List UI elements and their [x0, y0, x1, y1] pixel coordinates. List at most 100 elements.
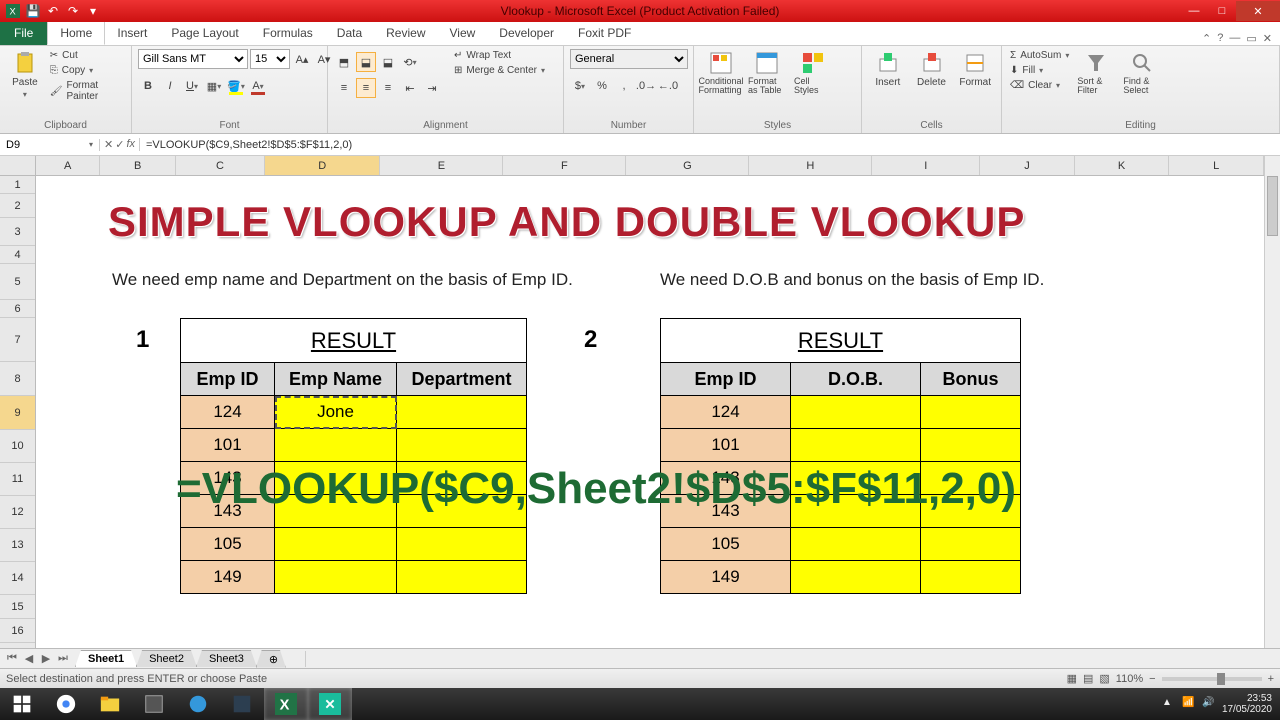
tab-developer[interactable]: Developer: [487, 21, 566, 45]
row-header-4[interactable]: 4: [0, 246, 35, 264]
cells-area[interactable]: SIMPLE VLOOKUP AND DOUBLE VLOOKUP We nee…: [36, 176, 1264, 648]
font-name-select[interactable]: Gill Sans MT: [138, 49, 248, 69]
format-cells-button[interactable]: Format: [955, 49, 995, 90]
formula-input[interactable]: =VLOOKUP($C9,Sheet2!$D$5:$F$11,2,0): [140, 139, 1280, 151]
find-select-button[interactable]: Find & Select: [1121, 49, 1163, 97]
task-app-4[interactable]: [308, 688, 352, 720]
window-close-icon[interactable]: ✕: [1263, 32, 1272, 45]
number-format-select[interactable]: General: [570, 49, 688, 69]
maximize-button[interactable]: □: [1208, 1, 1236, 21]
col-header-L[interactable]: L: [1169, 156, 1264, 175]
vertical-scrollbar[interactable]: [1264, 156, 1280, 648]
sheet-nav-next[interactable]: ▶: [38, 652, 54, 665]
select-all-corner[interactable]: [0, 156, 36, 176]
comma-button[interactable]: ,: [614, 76, 634, 96]
decrease-indent-button[interactable]: ⇤: [400, 78, 420, 98]
accounting-button[interactable]: $▾: [570, 76, 590, 96]
enter-formula-icon[interactable]: ✓: [115, 138, 124, 151]
task-app-1[interactable]: [132, 688, 176, 720]
row-header-8[interactable]: 8: [0, 362, 35, 396]
border-button[interactable]: ▦▾: [204, 76, 224, 96]
undo-icon[interactable]: ↶: [44, 2, 62, 20]
zoom-level[interactable]: 110%: [1116, 673, 1143, 685]
tab-view[interactable]: View: [438, 21, 488, 45]
bold-button[interactable]: B: [138, 76, 158, 96]
start-button[interactable]: [0, 688, 44, 720]
row-header-16[interactable]: 16: [0, 619, 35, 643]
window-restore-icon[interactable]: ▭: [1246, 32, 1256, 45]
col-header-F[interactable]: F: [503, 156, 626, 175]
row-header-9[interactable]: 9: [0, 396, 35, 430]
sheet-nav-last[interactable]: ⏭: [55, 652, 71, 665]
taskbar-clock[interactable]: 23:53 17/05/2020: [1222, 693, 1272, 715]
row-header-13[interactable]: 13: [0, 529, 35, 562]
increase-decimal-button[interactable]: .0→: [636, 76, 656, 96]
cell-empid[interactable]: 124: [181, 396, 275, 429]
sheet-tab-sheet1[interactable]: Sheet1: [75, 650, 137, 667]
row-header-11[interactable]: 11: [0, 463, 35, 496]
align-center-button[interactable]: ≡: [356, 78, 376, 98]
tab-insert[interactable]: Insert: [105, 21, 159, 45]
underline-button[interactable]: U▾: [182, 76, 202, 96]
paste-button[interactable]: Paste▾: [6, 49, 44, 101]
tray-volume-icon[interactable]: 🔊: [1202, 697, 1216, 711]
col-header-B[interactable]: B: [100, 156, 176, 175]
col-header-D[interactable]: D: [265, 156, 380, 175]
col-header-C[interactable]: C: [176, 156, 265, 175]
cell[interactable]: [397, 528, 527, 561]
minimize-button[interactable]: —: [1180, 1, 1208, 21]
row-header-10[interactable]: 10: [0, 430, 35, 463]
cell[interactable]: [275, 528, 397, 561]
view-normal-icon[interactable]: ▦: [1067, 672, 1077, 685]
format-as-table-button[interactable]: Format as Table: [746, 49, 788, 97]
sheet-tab-sheet3[interactable]: Sheet3: [196, 650, 257, 667]
cell[interactable]: [921, 429, 1021, 462]
cell[interactable]: [791, 528, 921, 561]
insert-cells-button[interactable]: Insert: [868, 49, 908, 90]
format-painter-button[interactable]: 🖌Format Painter: [48, 79, 125, 103]
new-sheet-button[interactable]: ⊕: [256, 650, 286, 668]
cell-empid[interactable]: 149: [181, 561, 275, 594]
row-header-7[interactable]: 7: [0, 318, 35, 362]
italic-button[interactable]: I: [160, 76, 180, 96]
row-header-5[interactable]: 5: [0, 264, 35, 300]
cell-empid[interactable]: 105: [181, 528, 275, 561]
row-header-15[interactable]: 15: [0, 595, 35, 619]
col-header-E[interactable]: E: [380, 156, 503, 175]
cell[interactable]: [275, 429, 397, 462]
row-header-3[interactable]: 3: [0, 218, 35, 246]
row-header-1[interactable]: 1: [0, 176, 35, 194]
minimize-ribbon-icon[interactable]: ⌃: [1202, 32, 1211, 45]
sheet-nav-first[interactable]: ⏮: [4, 652, 20, 665]
tray-icon[interactable]: ▲: [1162, 697, 1176, 711]
fx-icon[interactable]: fx: [126, 138, 135, 151]
task-excel[interactable]: X: [264, 688, 308, 720]
view-pagebreak-icon[interactable]: ▧: [1099, 672, 1109, 685]
orientation-button[interactable]: ⟲▾: [400, 52, 420, 72]
cell-empid[interactable]: 149: [661, 561, 791, 594]
cell[interactable]: [921, 396, 1021, 429]
conditional-formatting-button[interactable]: Conditional Formatting: [700, 49, 742, 97]
task-app-3[interactable]: [220, 688, 264, 720]
sheet-nav-prev[interactable]: ◀: [21, 652, 37, 665]
copy-button[interactable]: ⎘Copy▾: [48, 64, 125, 77]
cell[interactable]: [397, 429, 527, 462]
tab-review[interactable]: Review: [374, 21, 437, 45]
cell[interactable]: [921, 561, 1021, 594]
cell[interactable]: [397, 396, 527, 429]
row-header-2[interactable]: 2: [0, 194, 35, 218]
tab-formulas[interactable]: Formulas: [251, 21, 325, 45]
worksheet-grid[interactable]: ABCDEFGHIJKL 12345678910111213141516 SIM…: [0, 156, 1280, 648]
align-top-button[interactable]: ⬒: [334, 52, 354, 72]
help-icon[interactable]: ?: [1217, 32, 1223, 45]
align-right-button[interactable]: ≡: [378, 78, 398, 98]
cancel-formula-icon[interactable]: ✕: [104, 138, 113, 151]
col-header-I[interactable]: I: [872, 156, 980, 175]
scroll-thumb[interactable]: [1267, 176, 1278, 236]
col-header-J[interactable]: J: [980, 156, 1075, 175]
col-header-G[interactable]: G: [626, 156, 749, 175]
task-explorer[interactable]: [88, 688, 132, 720]
clear-button[interactable]: ⌫Clear▾: [1008, 79, 1071, 92]
sheet-tab-sheet2[interactable]: Sheet2: [136, 650, 197, 667]
cut-button[interactable]: ✂Cut: [48, 49, 125, 62]
